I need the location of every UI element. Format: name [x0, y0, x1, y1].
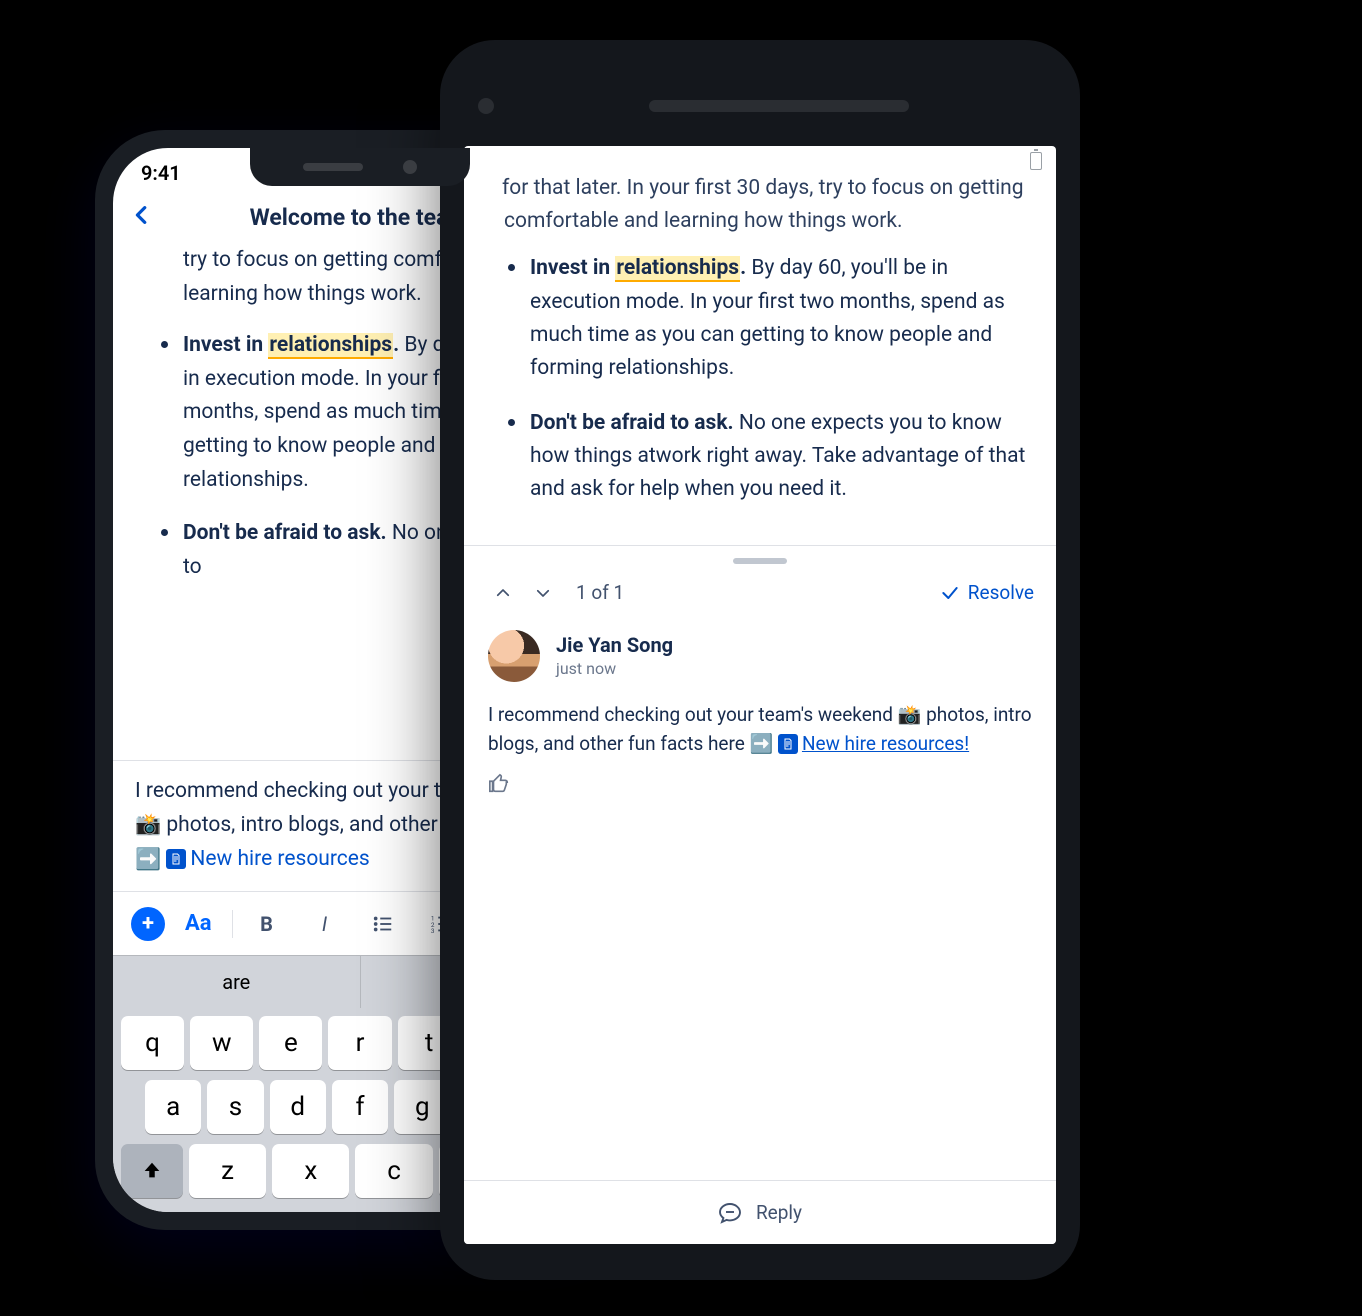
thumbs-up-icon — [488, 773, 510, 795]
comment: Jie Yan Song just now I recommend checki… — [464, 624, 1056, 809]
list-item: Don't be afraid to ask. No one expects y… — [504, 407, 1028, 507]
highlighted-text[interactable]: relationships — [615, 256, 740, 282]
camera-emoji: 📸 — [898, 703, 922, 726]
shift-key[interactable] — [121, 1144, 183, 1198]
suggestion[interactable]: are — [113, 956, 361, 1008]
comment-counter: 1 of 1 — [576, 581, 624, 604]
speaker-slot — [649, 100, 909, 112]
comment-author: Jie Yan Song — [556, 633, 673, 657]
camera-emoji: 📸 — [135, 813, 161, 837]
document-body[interactable]: for that later. In your first 30 days, t… — [464, 176, 1056, 545]
key-a[interactable]: a — [145, 1080, 201, 1134]
iphone-notch — [250, 148, 470, 186]
reply-button[interactable]: Reply — [464, 1180, 1056, 1244]
android-frame: for that later. In your first 30 days, t… — [440, 40, 1080, 1280]
linked-page-chip[interactable]: New hire resources — [166, 843, 369, 877]
bullet-list-button[interactable] — [359, 904, 407, 944]
comment-body: I recommend checking out your team's wee… — [488, 700, 1032, 759]
next-comment-button[interactable] — [526, 576, 560, 610]
key-w[interactable]: w — [190, 1016, 253, 1070]
page-icon — [166, 849, 186, 869]
arrow-emoji: ➡️ — [750, 732, 774, 755]
status-time: 9:41 — [141, 161, 181, 185]
arrow-emoji: ➡️ — [135, 847, 161, 871]
key-r[interactable]: r — [328, 1016, 391, 1070]
page-icon — [778, 734, 798, 754]
key-q[interactable]: q — [121, 1016, 184, 1070]
chevron-down-icon — [534, 584, 552, 602]
key-z[interactable]: z — [189, 1144, 266, 1198]
back-button[interactable] — [131, 202, 153, 232]
chevron-up-icon — [494, 584, 512, 602]
front-camera — [478, 98, 494, 114]
key-x[interactable]: x — [272, 1144, 349, 1198]
insert-button[interactable]: + — [131, 907, 165, 941]
italic-button[interactable]: I — [301, 904, 349, 944]
comment-timestamp: just now — [556, 659, 673, 678]
comment-header: Jie Yan Song just now — [488, 630, 1032, 682]
speaker-slot — [303, 163, 363, 171]
comment-sheet: 1 of 1 Resolve Jie Yan Song just now I r… — [464, 545, 1056, 1244]
key-f[interactable]: f — [332, 1080, 388, 1134]
resolve-button[interactable]: Resolve — [940, 581, 1034, 604]
check-icon — [940, 583, 960, 603]
key-e[interactable]: e — [259, 1016, 322, 1070]
partial-text: for that later. In your first 30 days, t… — [504, 172, 1028, 238]
drag-handle[interactable] — [733, 558, 787, 564]
toolbar-separator — [232, 910, 233, 938]
like-button[interactable] — [488, 780, 510, 799]
android-screen: for that later. In your first 30 days, t… — [464, 146, 1056, 1244]
key-c[interactable]: c — [355, 1144, 432, 1198]
linked-page-chip[interactable]: New hire resources! — [778, 729, 969, 758]
key-s[interactable]: s — [207, 1080, 263, 1134]
shift-icon — [141, 1160, 163, 1182]
highlighted-text[interactable]: relationships — [268, 333, 393, 359]
android-bezel-top — [464, 66, 1056, 146]
bullet-list-icon — [372, 913, 394, 935]
text-style-button[interactable]: Aa — [175, 911, 222, 936]
key-d[interactable]: d — [270, 1080, 326, 1134]
comment-actions — [488, 773, 1032, 799]
front-camera — [403, 160, 417, 174]
list-item: Invest in relationships. By day 60, you'… — [504, 252, 1028, 385]
bold-button[interactable]: B — [243, 904, 291, 944]
battery-icon — [1030, 152, 1042, 170]
sheet-toolbar: 1 of 1 Resolve — [464, 568, 1056, 624]
svg-text:3: 3 — [430, 927, 434, 935]
avatar[interactable] — [488, 630, 540, 682]
prev-comment-button[interactable] — [486, 576, 520, 610]
reply-icon — [718, 1201, 742, 1225]
chevron-left-icon — [131, 202, 153, 228]
